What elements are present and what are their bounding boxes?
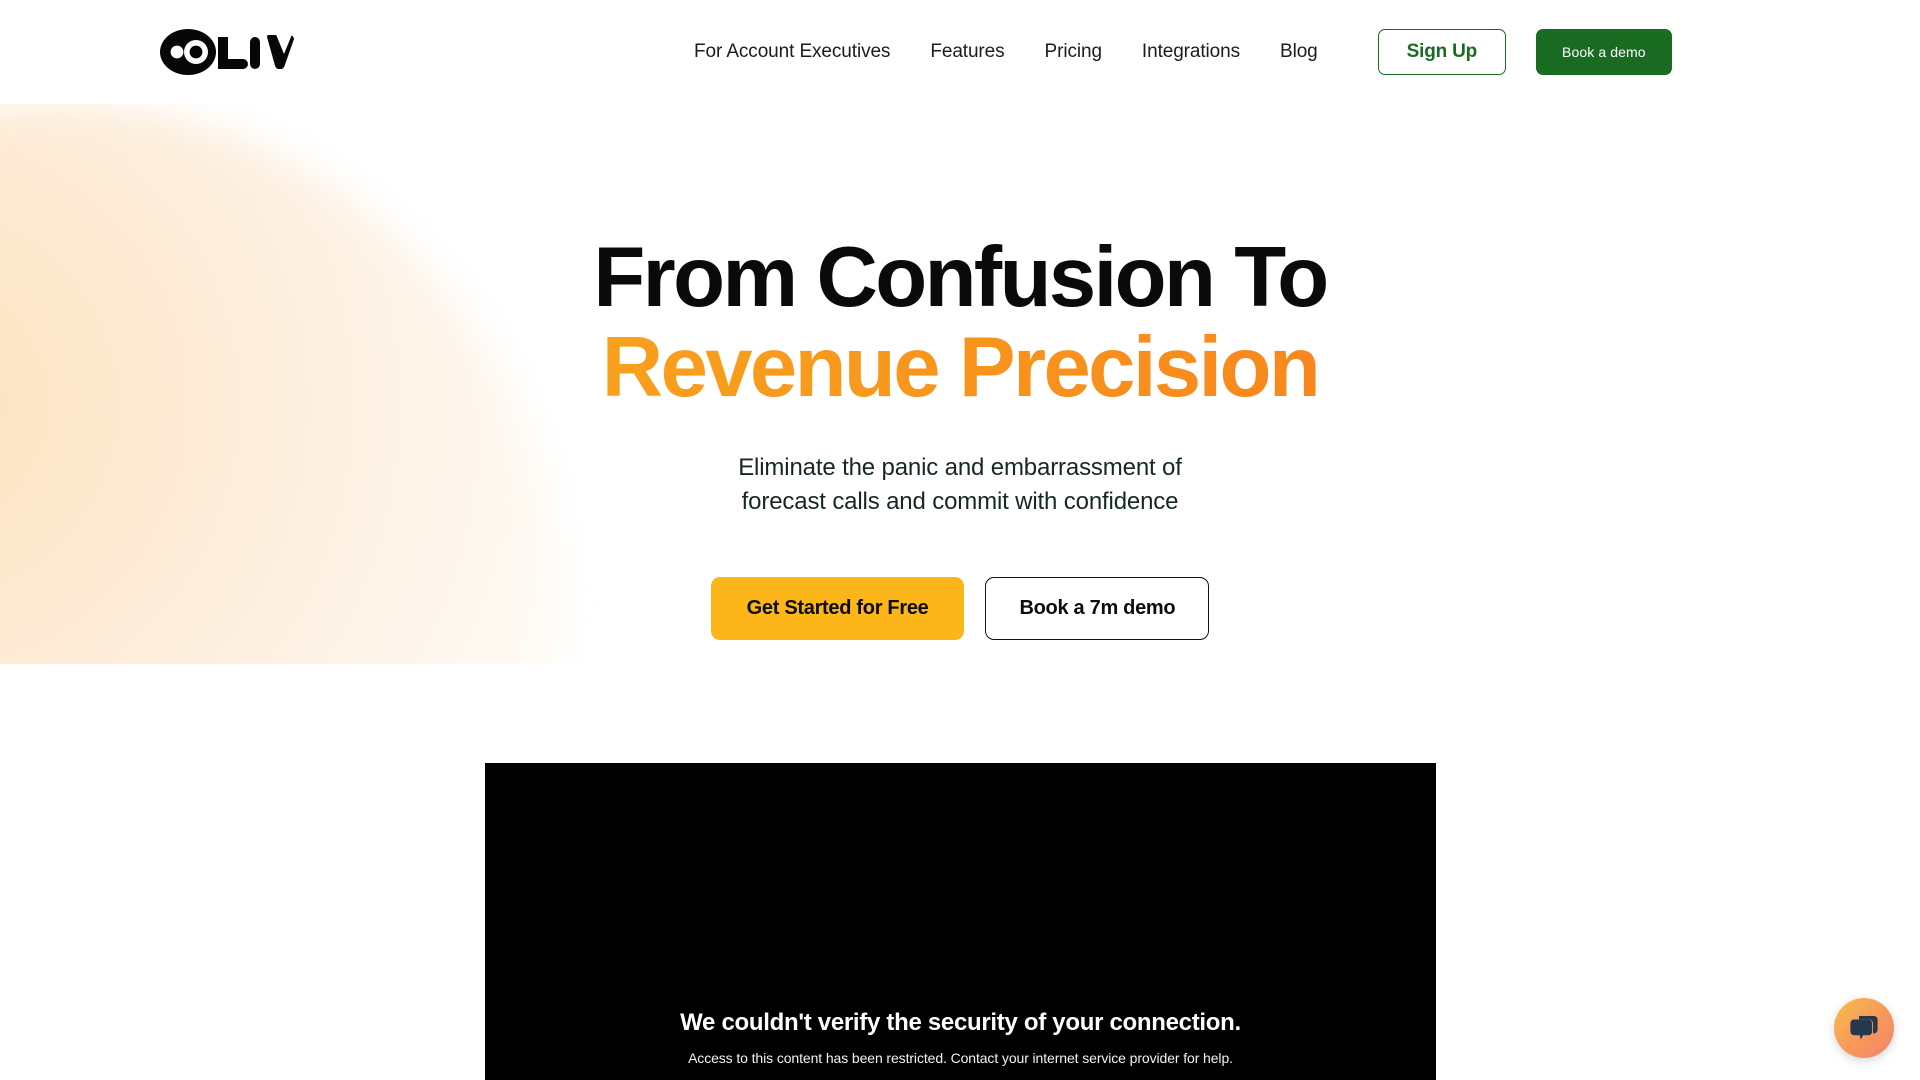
hero-section: From Confusion To Revenue Precision Elim…: [0, 104, 1920, 641]
hero-subtitle-line-2: forecast calls and commit with confidenc…: [741, 488, 1179, 516]
hero-subtitle-line-1: Eliminate the panic and embarrassment of: [738, 454, 1182, 482]
hero-cta-group: Get Started for Free Book a 7m demo: [0, 577, 1920, 641]
hero-video-embed[interactable]: We couldn't verify the security of your …: [485, 763, 1436, 1080]
nav-blog[interactable]: Blog: [1280, 41, 1318, 63]
oliv-logo[interactable]: LIV: [160, 29, 294, 75]
nav-pricing[interactable]: Pricing: [1045, 41, 1102, 63]
connection-blocked-notice: We couldn't verify the security of your …: [485, 1009, 1436, 1066]
book-a-7m-demo-button[interactable]: Book a 7m demo: [985, 577, 1210, 641]
blocked-subtitle: Access to this content has been restrict…: [688, 1049, 1233, 1066]
hero-title-line-1: From Confusion To: [593, 230, 1329, 325]
main-nav: For Account Executives Features Pricing …: [694, 41, 1318, 63]
nav-integrations[interactable]: Integrations: [1142, 41, 1240, 63]
page-title: From Confusion To Revenue Precision: [0, 235, 1920, 410]
sign-up-button[interactable]: Sign Up: [1377, 29, 1507, 75]
blocked-title: We couldn't verify the security of your …: [680, 1009, 1241, 1036]
hero-title-line-2: Revenue Precision: [0, 325, 1920, 410]
nav-for-account-executives[interactable]: For Account Executives: [694, 41, 890, 63]
hero-subtitle: Eliminate the panic and embarrassment of…: [0, 451, 1920, 519]
oliv-mark-icon: [160, 29, 216, 75]
chat-launcher-button[interactable]: [1834, 998, 1894, 1058]
site-header: LIV For Account Executives Features Pric…: [0, 0, 1920, 104]
nav-features[interactable]: Features: [930, 41, 1004, 63]
chat-bubble-icon: [1850, 1016, 1878, 1040]
oliv-wordmark: [218, 35, 294, 69]
get-started-for-free-button[interactable]: Get Started for Free: [710, 577, 965, 641]
book-a-demo-button[interactable]: Book a demo: [1536, 29, 1672, 75]
header-actions: Sign Up Book a demo: [1377, 29, 1672, 75]
